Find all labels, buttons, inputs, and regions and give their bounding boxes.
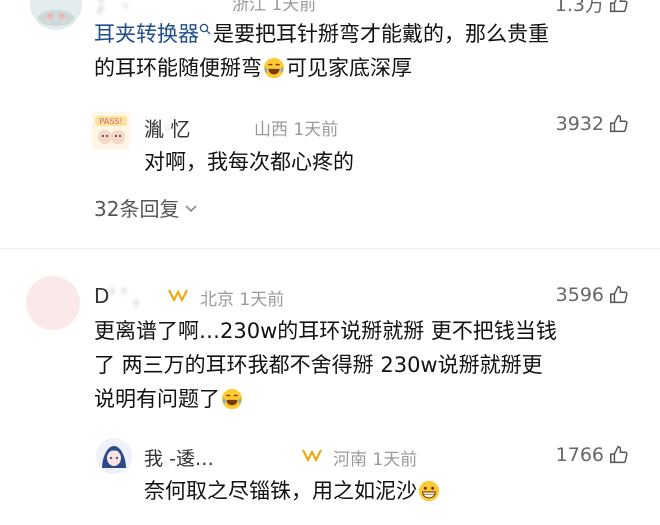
like-button[interactable]: 1.3万 <box>555 0 630 17</box>
reply-username[interactable]: 湚 · 忆 <box>144 113 190 142</box>
comment-text-line2: 了 两三万的耳环我都不舍得掰 230w说掰就掰更 <box>94 353 543 377</box>
comment-text-part: 说明有问题了 <box>94 387 220 411</box>
reply-avatar[interactable] <box>96 438 132 474</box>
comment-location: 北京 <box>200 290 234 310</box>
reply-meta: 河南 1天前 <box>333 445 417 470</box>
vip-badge-icon <box>302 449 322 462</box>
comment-text-part: 的耳环能随便掰弯 <box>94 56 262 80</box>
comment-text-line3: 说明有问题了 <box>94 381 244 417</box>
cry-laugh-emoji <box>263 57 285 79</box>
like-count: 1.3万 <box>554 0 604 16</box>
comment-text-line2: 的耳环能随便掰弯 可见家底深厚 <box>94 50 412 86</box>
reply-like-button[interactable]: 3932 <box>556 113 630 135</box>
reply-time: 1天前 <box>293 120 339 140</box>
comment-username[interactable]: D ' ' , <box>94 284 139 308</box>
more-replies-label: 32条回复 <box>94 197 180 221</box>
comment-text: 耳夹转换器 是要把耳针掰弯才能戴的，那么贵重 <box>94 16 549 52</box>
comment-time: 1天前 <box>239 290 285 310</box>
reply-text: 奈何取之尽锱铢，用之如泥沙 <box>144 473 441 509</box>
avatar[interactable] <box>26 276 80 330</box>
reply-like-count: 1766 <box>555 444 604 466</box>
reply-like-count: 3932 <box>555 113 604 135</box>
thumb-up-icon <box>610 0 628 12</box>
thumb-up-icon <box>610 115 628 133</box>
chevron-down-icon <box>185 204 198 212</box>
reply-meta: 山西 1天前 <box>254 115 338 140</box>
comment-meta: 浙江 1天前 <box>232 0 316 15</box>
reply-text-part: 奈何取之尽锱铢，用之如泥沙 <box>144 479 417 503</box>
reply-username[interactable]: 我 . -逶… <box>144 444 214 471</box>
like-count: 3596 <box>555 284 604 306</box>
topic-link[interactable]: 耳夹转换器 <box>94 22 199 46</box>
reply-time: 1天前 <box>372 450 418 470</box>
reply-avatar[interactable]: PASS! <box>92 112 130 150</box>
avatar[interactable] <box>30 0 82 30</box>
comment-meta: 北京 1天前 <box>200 285 284 310</box>
comment-text-part: 可见家底深厚 <box>286 56 412 80</box>
reply-like-button[interactable]: 1766 <box>556 444 630 466</box>
grin-emoji <box>418 480 440 502</box>
search-icon[interactable] <box>199 23 211 35</box>
comment-location: 浙江 <box>232 0 266 15</box>
svg-text:PASS!: PASS! <box>99 117 122 126</box>
comment-divider <box>0 248 660 249</box>
comment-text-line1: 更离谱了啊…230w的耳环说掰就掰 更不把钱当钱 <box>94 319 557 343</box>
cry-laugh-emoji <box>221 388 243 410</box>
reply-location: 河南 <box>333 450 367 470</box>
reply-location: 山西 <box>254 120 288 140</box>
thumb-up-icon <box>610 286 628 304</box>
reply-text: 对啊，我每次都心疼的 <box>144 150 354 174</box>
like-button[interactable]: 3596 <box>556 284 630 306</box>
more-replies-link[interactable]: 32条回复 <box>94 193 199 222</box>
thumb-up-icon <box>610 446 628 464</box>
vip-badge-icon <box>168 289 188 302</box>
comment-time: 1天前 <box>271 0 317 15</box>
comment-text-part: 是要把耳针掰弯才能戴的，那么贵重 <box>213 22 549 46</box>
